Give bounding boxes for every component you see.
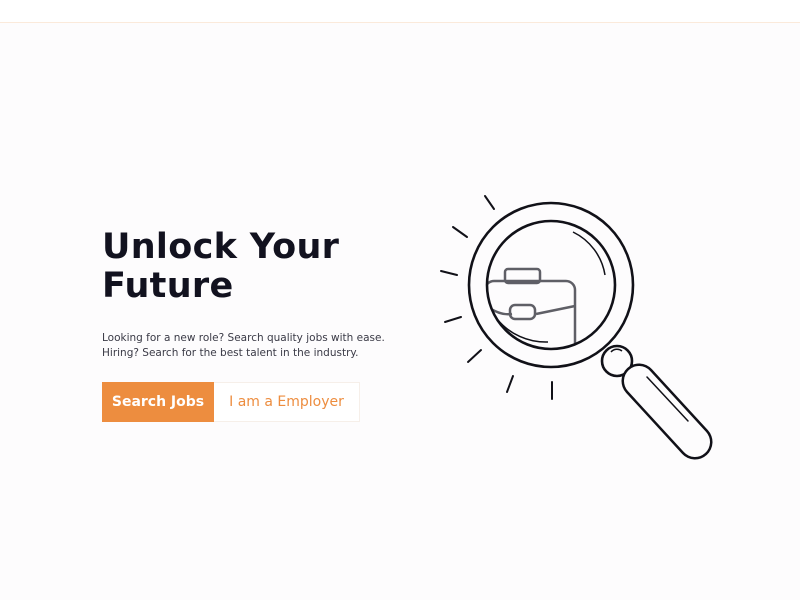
top-bar [0,0,800,23]
hero-title-line-2: Future [102,266,234,306]
hero-description: Looking for a new role? Search quality j… [102,331,402,361]
search-jobs-button[interactable]: Search Jobs [102,382,214,422]
hero-title: Unlock Your Future [102,228,402,306]
hero-description-line-2: Hiring? Search for the best talent in th… [102,347,359,359]
hero-title-line-1: Unlock Your [102,227,340,267]
landing-page: Unlock Your Future Looking for a new rol… [0,0,800,600]
magnifier-briefcase-icon [440,195,713,460]
radiating-lines [440,195,553,400]
employer-button[interactable]: I am a Employer [214,382,360,422]
hero-description-line-1: Looking for a new role? Search quality j… [102,332,385,344]
